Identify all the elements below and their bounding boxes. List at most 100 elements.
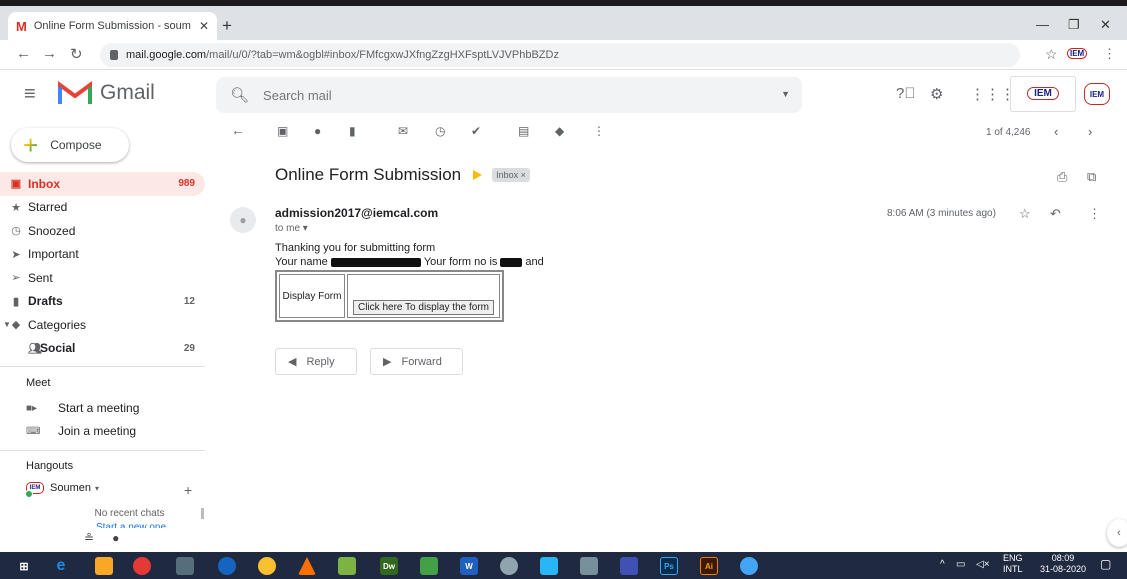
sidebar-item-snoozed[interactable]: ◷ Snoozed [0,219,205,243]
sidebar-item-important[interactable]: ➤ Important [0,243,205,267]
bookmark-star-icon[interactable]: ☆ [1045,46,1058,63]
app-blue-circle-icon[interactable] [218,557,236,575]
join-meeting-link[interactable]: ⌨ Join a meeting [26,424,136,438]
reply-icon[interactable]: ↶ [1050,206,1061,222]
reload-icon[interactable]: ↻ [70,45,83,63]
chrome-icon[interactable] [258,557,276,575]
app-slate-icon[interactable] [580,557,598,575]
app-gray-icon[interactable] [176,557,194,575]
snooze-icon[interactable]: ◷ [435,124,445,138]
labels-icon[interactable]: ◆ [555,124,564,138]
sidebar-item-sent[interactable]: ➢ Sent [0,266,205,290]
url-field[interactable]: mail.google.com /mail/u/0/?tab=wm&ogbl#i… [100,43,1020,67]
dreamweaver-icon[interactable]: Dw [380,557,398,575]
star-message-icon[interactable]: ☆ [1019,206,1031,222]
recipient-line[interactable]: to me ▾ [275,223,308,234]
app-lightblue-icon[interactable] [540,557,558,575]
main-menu-icon[interactable]: ≡ [24,83,36,106]
app-green-icon[interactable] [338,557,356,575]
tray-expand-icon[interactable]: ^ [940,559,945,570]
mark-unread-icon[interactable]: ✉ [398,124,408,138]
excel-icon[interactable] [420,557,438,575]
browser-tab[interactable]: M Online Form Submission - soum ✕ [8,12,217,40]
close-tab-icon[interactable]: ✕ [199,19,209,33]
more-options-icon[interactable]: ⋮ [593,124,605,138]
help-icon[interactable]: ?⃝ [896,85,916,102]
add-task-icon[interactable]: ✔ [471,124,481,138]
search-icon[interactable]: 🔍︎ [230,86,249,104]
minimize-icon[interactable]: — [1036,17,1049,32]
sidebar-item-social[interactable]: 👥︎ Social 29 [0,337,205,361]
vlc-icon[interactable] [298,557,316,575]
extension-iem-icon[interactable]: IEM [1067,48,1088,59]
newer-icon[interactable]: ‹ [1054,124,1058,139]
system-clock[interactable]: 08:09 31-08-2020 [1040,553,1086,575]
volume-icon[interactable]: ◁× [976,559,990,570]
battery-icon[interactable]: ▭ [956,559,965,570]
word-icon[interactable]: W [460,557,478,575]
reply-button[interactable]: ◀ Reply [275,348,357,375]
edge-icon[interactable]: e [52,557,70,575]
important-marker-icon[interactable] [473,170,483,180]
paint-icon[interactable] [500,557,518,575]
social-count: 29 [183,342,195,354]
sidebar-item-drafts[interactable]: ▮ Drafts 12 [0,290,205,314]
browser-menu-icon[interactable]: ⋮ [1103,46,1116,62]
account-avatar[interactable]: IEM [1084,83,1110,105]
older-icon[interactable]: › [1088,124,1092,139]
report-spam-icon[interactable]: ● [314,124,321,138]
move-to-icon[interactable]: ▤ [518,124,529,138]
restore-icon[interactable]: ❐ [1068,17,1080,33]
photoshop-icon[interactable]: Ps [660,557,678,575]
notifications-icon[interactable]: ▢ [1100,557,1111,571]
email-subject-row: Online Form Submission Inbox × [275,165,530,185]
forward-icon[interactable]: → [42,45,57,62]
search-options-icon[interactable]: ▼ [781,89,790,99]
url-host: mail.google.com [126,49,207,61]
gmail-m-icon [58,80,92,106]
user-dropdown-icon[interactable]: ▾ [95,484,99,493]
video-icon: ■▸ [26,402,38,414]
plus-icon: + [23,130,39,160]
search-input[interactable] [263,87,744,103]
forward-button[interactable]: ▶ Forward [370,348,463,375]
lock-icon [110,50,118,60]
windows-start-icon[interactable]: ⊞ [15,557,33,575]
app-indigo-icon[interactable] [620,557,638,575]
sidebar-item-starred[interactable]: ★ Starred [0,196,205,220]
new-tab-button[interactable]: + [222,16,232,36]
inbox-label-chip[interactable]: Inbox × [492,168,530,182]
side-panel-toggle-icon[interactable]: ‹ [1107,519,1127,547]
sender-email[interactable]: admission2017@iemcal.com [275,206,438,220]
file-explorer-icon[interactable] [95,557,113,575]
start-meeting-link[interactable]: ■▸ Start a meeting [26,401,139,415]
app-red-icon[interactable] [133,557,151,575]
chrome-active-icon[interactable] [740,557,758,575]
illustrator-icon[interactable]: Ai [700,557,718,575]
gmail-logo[interactable]: Gmail [58,80,155,106]
open-new-window-icon[interactable]: ⧉ [1087,169,1096,185]
search-bar[interactable]: 🔍︎ ▼ [216,77,802,113]
new-chat-icon[interactable]: + [184,482,192,498]
back-icon[interactable]: ← [16,45,31,62]
hangouts-user[interactable]: IEM Soumen ▾ [25,482,99,498]
print-icon[interactable]: ⎙ [1057,169,1067,185]
close-window-icon[interactable]: ✕ [1100,17,1111,33]
sidebar-item-categories[interactable]: ▼ ◆ Categories [0,313,205,337]
settings-gear-icon[interactable]: ⚙ [930,85,943,103]
people-icon: 👥︎ [28,342,42,355]
message-more-icon[interactable]: ⋮ [1088,206,1101,222]
contacts-icon[interactable]: ≗ [84,531,94,545]
chat-bubble-icon[interactable]: ● [112,531,119,545]
apps-grid-icon[interactable]: ⋮⋮⋮ [970,85,1015,103]
delete-icon[interactable]: ▮ [349,124,356,138]
compose-button[interactable]: + Compose [11,128,129,162]
display-form-button[interactable]: Click here To display the form [353,300,494,315]
archive-icon[interactable]: ▣ [277,124,288,138]
pager-text: 1 of 4,246 [986,127,1031,138]
back-to-inbox-icon[interactable]: ← [231,122,245,138]
sidebar-item-inbox[interactable]: ▣ Inbox 989 [0,172,205,196]
redacted-form-number [500,257,523,267]
start-new-chat-link[interactable]: Start a new one [58,522,204,528]
input-language[interactable]: ENG INTL [1003,553,1023,575]
